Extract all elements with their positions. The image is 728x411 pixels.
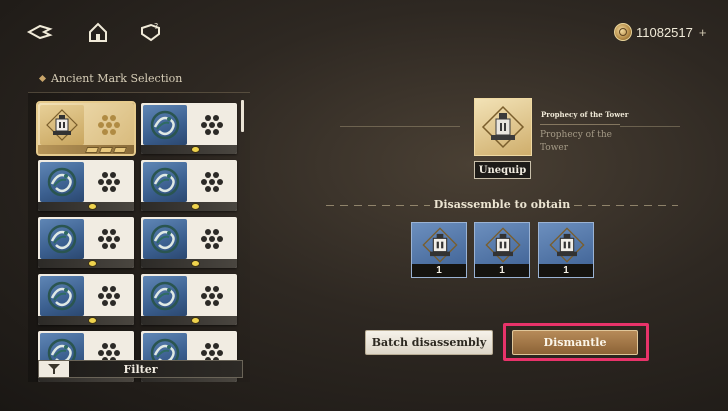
tower-icon <box>40 105 84 145</box>
rarity-badge-icon <box>191 203 200 210</box>
rarity-badge-icon <box>88 260 97 267</box>
dragon-emblem-icon <box>143 219 187 259</box>
card-footer <box>38 316 134 325</box>
slot-pattern-icon <box>199 286 225 306</box>
mark-card[interactable] <box>38 217 134 268</box>
filter-icon <box>39 361 69 377</box>
mark-grid[interactable] <box>28 92 250 382</box>
section-title-text: Ancient Mark Selection <box>51 72 183 85</box>
slot-pattern-icon <box>96 172 122 192</box>
filter-button[interactable]: Filter <box>38 360 243 378</box>
divider <box>340 126 460 127</box>
reward-count: 1 <box>539 264 593 277</box>
preview-name: Prophecy of the Tower <box>540 130 612 153</box>
card-footer <box>141 145 237 154</box>
level-bars-icon <box>84 147 128 153</box>
rarity-badge-icon <box>191 260 200 267</box>
slot-pattern-icon <box>199 115 225 135</box>
dragon-emblem-icon <box>40 162 84 202</box>
dragon-emblem-icon <box>40 276 84 316</box>
obtain-title: Disassemble to obtain <box>433 198 571 211</box>
currency-display: 11082517 + <box>614 22 706 42</box>
tower-icon <box>481 105 525 149</box>
rarity-badge-icon <box>191 146 200 153</box>
dragon-emblem-icon <box>143 105 187 145</box>
home-icon[interactable] <box>84 20 112 44</box>
rarity-badge-icon <box>88 317 97 324</box>
help-icon[interactable]: ? <box>137 20 165 44</box>
divider <box>620 126 680 127</box>
section-title: Ancient Mark Selection <box>38 72 183 85</box>
card-footer <box>141 202 237 211</box>
slot-pattern-icon <box>199 172 225 192</box>
dragon-emblem-icon <box>143 276 187 316</box>
divider <box>540 124 620 125</box>
dragon-emblem-icon <box>40 219 84 259</box>
reward-count: 1 <box>412 264 466 277</box>
divider <box>326 205 430 206</box>
filter-label: Filter <box>123 362 158 376</box>
reward-item[interactable]: 1 <box>411 222 467 278</box>
reward-count: 1 <box>475 264 529 277</box>
slot-pattern-icon <box>96 229 122 249</box>
svg-text:?: ? <box>154 22 158 31</box>
card-footer <box>141 259 237 268</box>
selected-mark-preview <box>474 98 532 156</box>
card-footer <box>141 316 237 325</box>
mark-card[interactable] <box>141 103 237 154</box>
reward-item[interactable]: 1 <box>474 222 530 278</box>
unequip-button[interactable]: Unequip <box>474 161 531 179</box>
currency-value: 11082517 <box>636 24 693 40</box>
mark-card-selected[interactable] <box>36 101 136 156</box>
rarity-badge-icon <box>191 317 200 324</box>
preview-name-small: Prophecy of the Tower <box>541 110 629 119</box>
mark-card[interactable] <box>141 274 237 325</box>
card-footer <box>38 259 134 268</box>
mark-card[interactable] <box>141 217 237 268</box>
add-currency-button[interactable]: + <box>699 25 707 40</box>
coin-icon <box>614 23 632 41</box>
back-arrow-icon[interactable] <box>26 20 54 44</box>
batch-disassembly-button[interactable]: Batch disassembly <box>365 330 493 355</box>
dragon-emblem-icon <box>143 162 187 202</box>
slot-pattern-icon <box>96 286 122 306</box>
mark-card[interactable] <box>141 160 237 211</box>
slot-pattern-icon <box>96 115 122 135</box>
mark-card[interactable] <box>38 274 134 325</box>
divider <box>574 205 678 206</box>
mark-card[interactable] <box>38 160 134 211</box>
scrollbar-thumb[interactable] <box>241 100 244 132</box>
bullet-icon <box>38 74 47 83</box>
reward-item[interactable]: 1 <box>538 222 594 278</box>
dismantle-button[interactable]: Dismantle <box>512 330 638 355</box>
rarity-badge-icon <box>88 203 97 210</box>
slot-pattern-icon <box>199 229 225 249</box>
card-footer <box>38 202 134 211</box>
